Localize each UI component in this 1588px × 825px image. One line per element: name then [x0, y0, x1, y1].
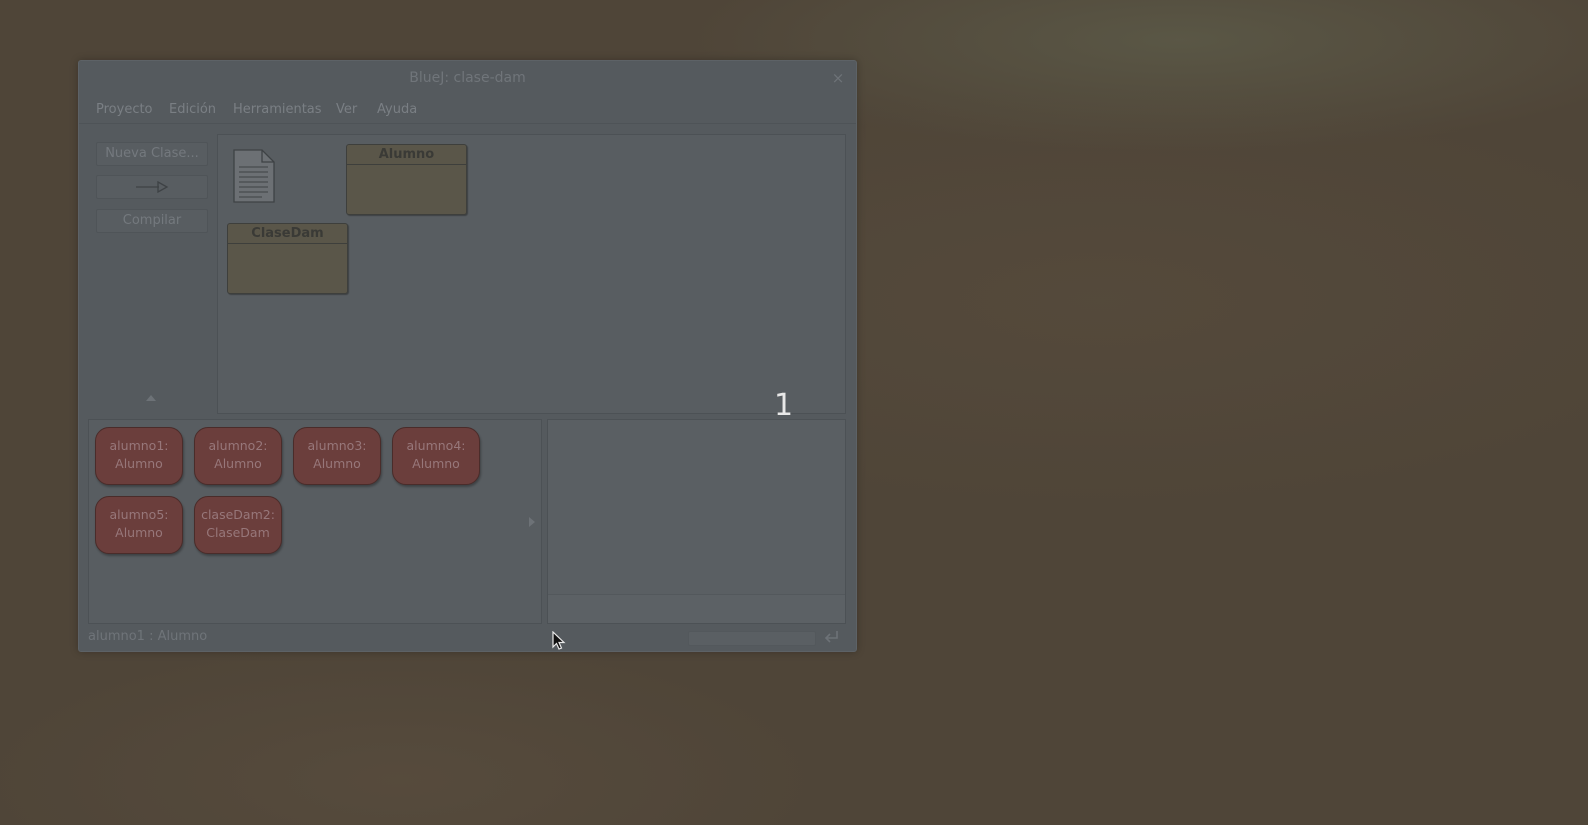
menu-proyecto[interactable]: Proyecto: [96, 97, 153, 123]
code-pad[interactable]: [547, 419, 846, 624]
object-alumno2[interactable]: alumno2: Alumno: [194, 427, 282, 485]
inheritance-arrow-button[interactable]: [96, 175, 208, 199]
window-title: BlueJ: clase-dam: [409, 70, 526, 86]
inheritance-arrow-icon: [136, 180, 169, 194]
object-label: claseDam2:: [201, 507, 275, 522]
object-type: ClaseDam: [206, 525, 270, 540]
object-clasedam2[interactable]: claseDam2: ClaseDam: [194, 496, 282, 554]
object-type: Alumno: [313, 456, 361, 471]
menu-ver[interactable]: Ver: [336, 97, 357, 123]
expand-right-icon[interactable]: [529, 517, 535, 527]
close-icon[interactable]: ×: [830, 61, 846, 95]
object-alumno5[interactable]: alumno5: Alumno: [95, 496, 183, 554]
menu-bar: Proyecto Edición Herramientas Ver Ayuda: [79, 97, 856, 124]
compile-button[interactable]: Compilar: [96, 209, 208, 233]
object-bench: alumno1: Alumno alumno2: Alumno alumno3:…: [88, 419, 542, 624]
object-type: Alumno: [115, 525, 163, 540]
class-box-clasedam[interactable]: ClaseDam: [227, 223, 348, 294]
collapse-up-icon[interactable]: [146, 395, 156, 401]
menu-herramientas[interactable]: Herramientas: [233, 97, 322, 123]
class-name: Alumno: [347, 145, 466, 165]
object-alumno4[interactable]: alumno4: Alumno: [392, 427, 480, 485]
object-label: alumno5:: [109, 507, 169, 522]
object-alumno3[interactable]: alumno3: Alumno: [293, 427, 381, 485]
code-pad-input[interactable]: [548, 594, 845, 623]
bluej-window: BlueJ: clase-dam × Proyecto Edición Herr…: [78, 60, 857, 652]
object-label: alumno3:: [307, 438, 367, 453]
class-name: ClaseDam: [228, 224, 347, 244]
class-box-alumno[interactable]: Alumno: [346, 144, 467, 215]
object-type: Alumno: [214, 456, 262, 471]
object-type: Alumno: [412, 456, 460, 471]
step-number: 1: [774, 388, 794, 423]
object-alumno1[interactable]: alumno1: Alumno: [95, 427, 183, 485]
object-label: alumno2:: [208, 438, 268, 453]
object-label: alumno4:: [406, 438, 466, 453]
readme-file-icon[interactable]: [232, 149, 276, 203]
mouse-cursor-icon: [552, 631, 566, 650]
menu-ayuda[interactable]: Ayuda: [377, 97, 417, 123]
object-type: Alumno: [115, 456, 163, 471]
class-diagram[interactable]: Alumno ClaseDam: [217, 134, 846, 414]
progress-bar: [688, 631, 816, 646]
object-label: alumno1:: [109, 438, 169, 453]
new-class-button[interactable]: Nueva Clase...: [96, 142, 208, 166]
menu-edicion[interactable]: Edición: [169, 97, 216, 123]
reset-machine-icon[interactable]: [823, 628, 841, 646]
status-text: alumno1 : Alumno: [88, 629, 208, 644]
